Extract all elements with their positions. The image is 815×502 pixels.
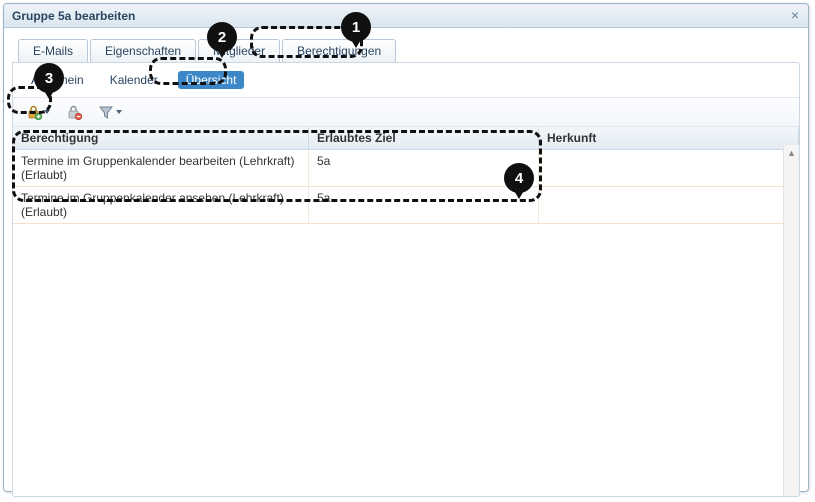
remove-permission-button[interactable]: [63, 102, 85, 122]
table-row[interactable]: Termine im Gruppenkalender bearbeiten (L…: [13, 150, 799, 187]
annotation-callout-2: 2: [207, 22, 237, 52]
permissions-grid: Berechtigung Erlaubtes Ziel Herkunft Ter…: [13, 127, 799, 224]
tab-eigenschaften[interactable]: Eigenschaften: [90, 39, 196, 63]
window-content: E-Mails Eigenschaften Mitglieder Berecht…: [4, 28, 808, 491]
col-berechtigung[interactable]: Berechtigung: [13, 127, 309, 149]
cell-berechtigung: Termine im Gruppenkalender ansehen (Lehr…: [13, 187, 309, 223]
annotation-callout-3: 3: [34, 63, 64, 93]
col-herkunft[interactable]: Herkunft: [539, 127, 799, 149]
tab-emails[interactable]: E-Mails: [18, 39, 88, 63]
subtab-uebersicht[interactable]: Übersicht: [178, 71, 245, 89]
cell-ziel: 5a: [309, 187, 539, 223]
titlebar: Gruppe 5a bearbeiten ×: [4, 4, 808, 28]
filter-button[interactable]: [95, 102, 125, 122]
toolbar: [13, 97, 799, 127]
table-row[interactable]: Termine im Gruppenkalender ansehen (Lehr…: [13, 187, 799, 224]
grid-header: Berechtigung Erlaubtes Ziel Herkunft: [13, 127, 799, 150]
main-tab-row: E-Mails Eigenschaften Mitglieder Berecht…: [18, 38, 800, 62]
subtab-kalender[interactable]: Kalender: [104, 71, 164, 89]
lock-add-icon: [26, 104, 42, 120]
close-icon[interactable]: ×: [788, 8, 802, 22]
annotation-callout-1: 1: [341, 12, 371, 42]
lock-remove-icon: [66, 104, 82, 120]
tab-panel: Allgemein Kalender Übersicht: [12, 62, 800, 497]
cell-herkunft: [539, 150, 799, 186]
vertical-scrollbar[interactable]: ▲: [783, 145, 799, 497]
window-title: Gruppe 5a bearbeiten: [12, 9, 135, 23]
col-ziel[interactable]: Erlaubtes Ziel: [309, 127, 539, 149]
dialog-window: Gruppe 5a bearbeiten × E-Mails Eigenscha…: [3, 3, 809, 492]
add-permission-button[interactable]: [23, 102, 53, 122]
sub-tab-row: Allgemein Kalender Übersicht: [13, 69, 799, 97]
cell-berechtigung: Termine im Gruppenkalender bearbeiten (L…: [13, 150, 309, 186]
chevron-down-icon: [116, 110, 122, 114]
filter-icon: [98, 104, 114, 120]
cell-herkunft: [539, 187, 799, 223]
scroll-up-icon[interactable]: ▲: [785, 146, 799, 160]
annotation-callout-4: 4: [504, 163, 534, 193]
tab-berechtigungen[interactable]: Berechtigungen: [282, 39, 396, 63]
chevron-down-icon: [44, 110, 50, 114]
